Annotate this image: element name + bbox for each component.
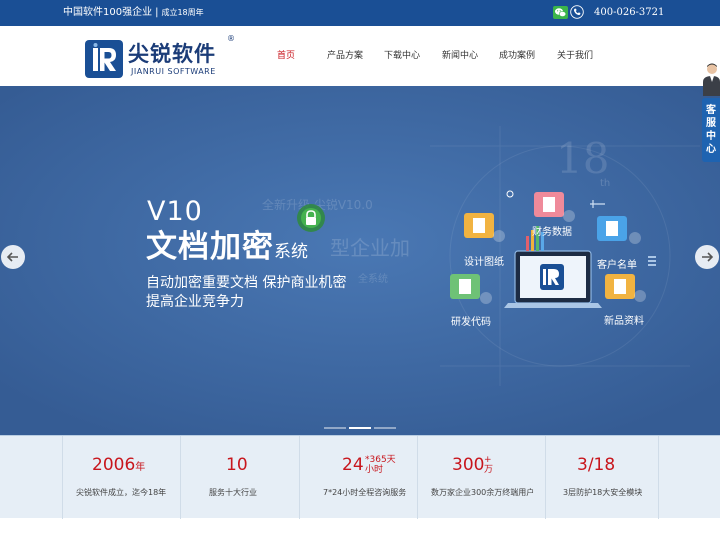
stat-founded-unit: 年 xyxy=(135,462,146,473)
service-tab-char: 服 xyxy=(706,118,716,129)
stat-divider xyxy=(545,436,546,519)
label-rd-code: 研发代码 xyxy=(451,317,491,328)
slider-prev-button[interactable] xyxy=(1,245,25,269)
hero-lock-icon xyxy=(297,204,325,232)
top-bar: 中国软件100强企业 | 成立18周年 400-026-3721 xyxy=(0,0,720,26)
service-agent-avatar[interactable] xyxy=(701,62,720,96)
hero-title-tail: 系统 xyxy=(274,242,308,262)
stat-service-number: 24 *365天 小时 xyxy=(342,454,412,476)
service-tab-char: 中 xyxy=(706,131,716,142)
hotline-number[interactable]: 400-026-3721 xyxy=(594,6,664,20)
stat-users-number: 300 + 万 xyxy=(452,454,502,476)
hero-ghost-text-3: 全系统 xyxy=(358,274,388,285)
stat-service-unit-bottom: 小时 xyxy=(365,465,384,475)
phone-icon[interactable] xyxy=(570,5,584,19)
service-tab-char: 客 xyxy=(706,105,716,116)
site-header: 尖锐软件 JIANRUI SOFTWARE ® 首页 产品方案 下载中心 新闻中… xyxy=(0,26,720,86)
label-customer-list: 客户名单 xyxy=(597,260,637,271)
stat-divider xyxy=(62,436,63,519)
stat-service-label: 7*24小时全程咨询服务 xyxy=(323,488,407,497)
stat-founded-label: 尖锐软件成立，迄今18年 xyxy=(76,488,167,497)
stat-industries-number: 10 xyxy=(226,455,248,475)
stat-divider xyxy=(180,436,181,519)
hero-subtitle-2: 提高企业竞争力 xyxy=(146,294,244,310)
slogan-divider: | xyxy=(155,7,159,18)
stat-security-number: 3/18 xyxy=(577,455,616,475)
service-center-tab[interactable]: 客 服 中 心 xyxy=(702,98,720,162)
nav-about[interactable]: 关于我们 xyxy=(557,50,593,62)
arrow-left-icon xyxy=(6,252,18,262)
slider-next-button[interactable] xyxy=(695,245,719,269)
nav-news[interactable]: 新闻中心 xyxy=(442,50,478,62)
logo-mark-icon[interactable] xyxy=(85,40,123,78)
hero-title: 文档加密系统 xyxy=(146,229,308,270)
top-slogan: 中国软件100强企业 | 成立18周年 xyxy=(63,6,204,20)
label-new-product: 新品资料 xyxy=(604,316,644,327)
stat-service-value: 24 xyxy=(342,455,364,475)
nav-products[interactable]: 产品方案 xyxy=(327,50,363,62)
logo-english-name: JIANRUI SOFTWARE xyxy=(131,67,216,76)
stat-users-unit-bottom: 万 xyxy=(484,465,494,475)
stat-divider xyxy=(417,436,418,519)
slider-dot-2[interactable] xyxy=(349,427,371,429)
arrow-right-icon xyxy=(702,252,714,262)
hero-banner[interactable]: 全新升级 尖锐V10.0 型企业加 全系统 18 th V10 文档加密系统 自… xyxy=(0,86,720,435)
slider-dot-1[interactable] xyxy=(324,427,346,429)
wechat-icon[interactable] xyxy=(553,6,568,19)
label-design-drawings: 设计图纸 xyxy=(464,257,504,268)
stat-users-value: 300 xyxy=(452,455,485,475)
nav-downloads[interactable]: 下载中心 xyxy=(384,50,420,62)
hero-ghost-18: 18 xyxy=(556,134,610,183)
hero-title-main: 文档加密 xyxy=(146,229,274,265)
slogan-text: 中国软件100强企业 xyxy=(63,7,153,18)
hero-ghost-text-2: 型企业加 xyxy=(330,236,410,260)
stat-founded-value: 2006 xyxy=(92,455,136,475)
nav-home[interactable]: 首页 xyxy=(277,50,295,62)
service-tab-char: 心 xyxy=(706,144,716,155)
stat-users-label: 数万家企业300余万终端用户 xyxy=(431,488,535,497)
logo-chinese-name[interactable]: 尖锐软件 xyxy=(128,41,216,67)
registered-mark: ® xyxy=(227,34,235,43)
hero-version: V10 xyxy=(147,196,203,227)
stat-industries-label: 服务十大行业 xyxy=(209,488,257,497)
stat-founded-number: 2006年 xyxy=(92,454,145,479)
label-finance-data: 财务数据 xyxy=(532,227,572,238)
slogan-years: 成立18周年 xyxy=(161,8,204,17)
stats-strip: 2006年 尖锐软件成立，迄今18年 10 服务十大行业 24 *365天 小时 7… xyxy=(0,435,720,519)
stat-divider xyxy=(658,436,659,519)
stat-users-unit-top: + xyxy=(484,455,492,465)
stat-divider xyxy=(299,436,300,519)
stat-security-label: 3层防护18大安全模块 xyxy=(563,488,643,497)
slider-dot-3[interactable] xyxy=(374,427,396,429)
stat-service-unit-top: *365天 xyxy=(365,455,396,465)
nav-cases[interactable]: 成功案例 xyxy=(499,50,535,62)
hero-subtitle: 自动加密重要文档 保护商业机密 xyxy=(146,275,347,291)
